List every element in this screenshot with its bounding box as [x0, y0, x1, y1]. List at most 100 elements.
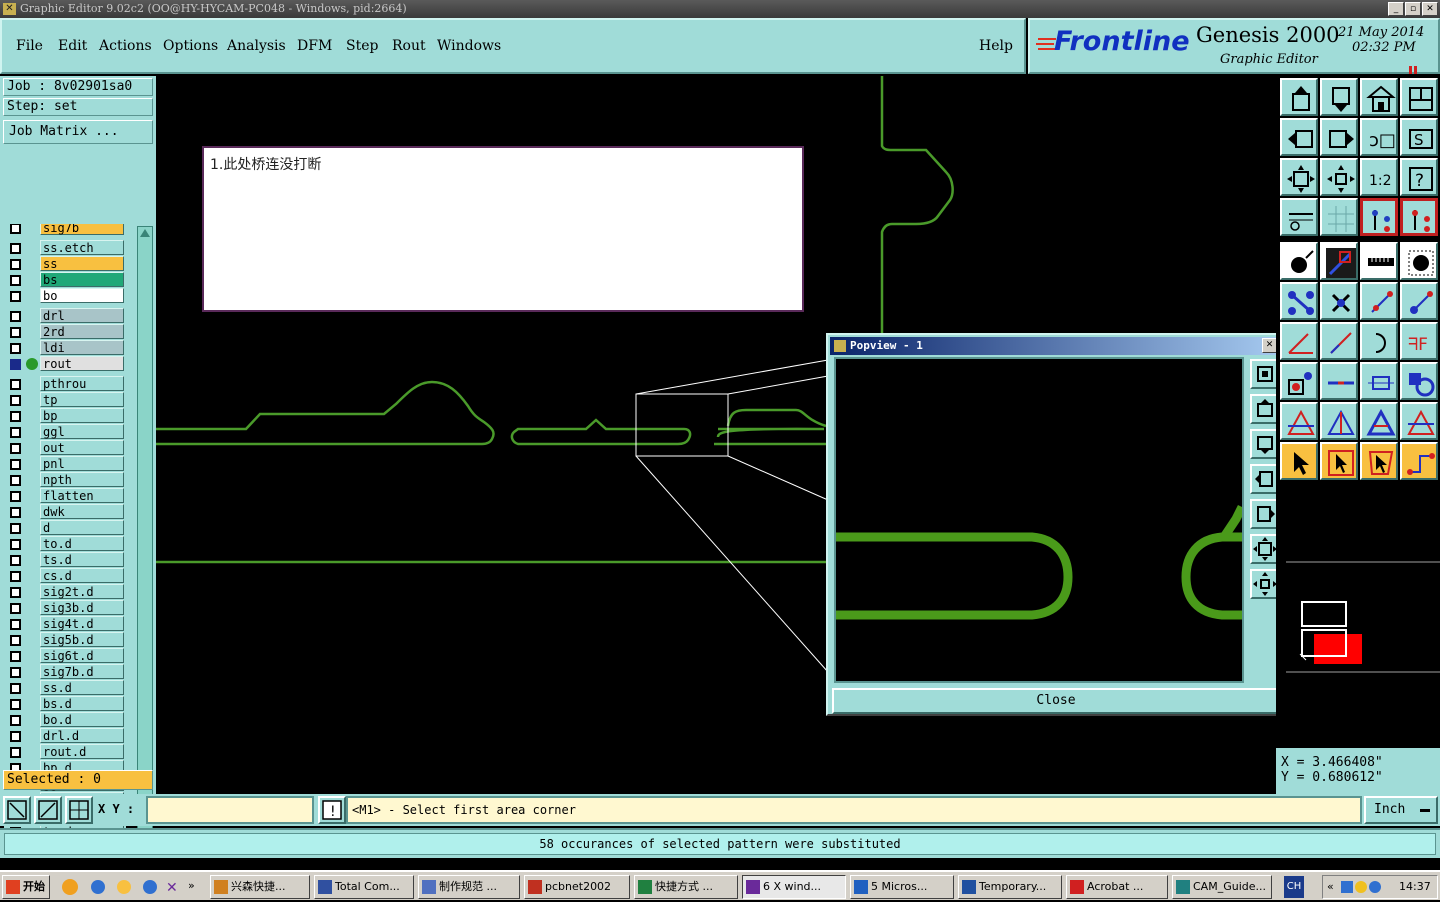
job-matrix-button[interactable]: Job Matrix ...: [3, 120, 153, 144]
snap-mode-icon[interactable]: [34, 796, 62, 824]
layer-checkbox[interactable]: [10, 459, 21, 470]
layer-row[interactable]: drl.d: [4, 728, 126, 744]
tray-update-icon[interactable]: [1369, 881, 1381, 893]
layer-checkbox[interactable]: [10, 259, 21, 270]
layer-checkbox[interactable]: [10, 275, 21, 286]
task-3[interactable]: 制作规范 ...: [418, 875, 520, 899]
restore-button[interactable]: ▫: [1405, 2, 1421, 16]
move-feature-icon[interactable]: [1360, 282, 1398, 320]
add-line-icon[interactable]: [1320, 242, 1358, 280]
menu-file[interactable]: File: [16, 38, 43, 54]
layer-checkbox[interactable]: [10, 443, 21, 454]
layer-row[interactable]: rout: [4, 356, 126, 372]
triangle-fill-icon[interactable]: [1360, 402, 1398, 440]
overview-map[interactable]: [1276, 486, 1440, 706]
mirror-icon[interactable]: ɔ□: [1360, 118, 1398, 156]
tray-network-icon[interactable]: [1341, 881, 1353, 893]
pan-left-icon[interactable]: [1280, 118, 1318, 156]
menu-edit[interactable]: Edit: [58, 38, 87, 54]
task-1[interactable]: 兴森快捷...: [210, 875, 310, 899]
layer-row[interactable]: pnl: [4, 456, 126, 472]
layer-checkbox[interactable]: [10, 747, 21, 758]
menu-step[interactable]: Step: [346, 38, 378, 54]
menu-help[interactable]: Help: [979, 38, 1013, 54]
home-icon[interactable]: [1360, 78, 1398, 116]
copy-feature-icon[interactable]: [1400, 282, 1438, 320]
popview-close-button[interactable]: Close: [832, 688, 1280, 714]
layer-checkbox[interactable]: [10, 343, 21, 354]
layer-row[interactable]: ss: [4, 256, 126, 272]
start-button[interactable]: 开始: [2, 875, 50, 899]
layer-checkbox[interactable]: [10, 539, 21, 550]
snap-pad-icon[interactable]: [1280, 362, 1318, 400]
add-pad-icon[interactable]: [1280, 242, 1318, 280]
net-highlight-icon[interactable]: [1400, 198, 1438, 236]
split-view-icon[interactable]: [1400, 78, 1438, 116]
layer-checkbox[interactable]: [10, 571, 21, 582]
layer-row[interactable]: d: [4, 520, 126, 536]
close-window-button[interactable]: ✕: [1422, 2, 1438, 16]
scale-1-2-icon[interactable]: 1:2: [1360, 158, 1398, 196]
layer-down-icon[interactable]: [1320, 78, 1358, 116]
triangle-edit-icon[interactable]: [1400, 402, 1438, 440]
layer-checkbox[interactable]: [10, 475, 21, 486]
layer-up-icon[interactable]: [1280, 78, 1318, 116]
menu-windows[interactable]: Windows: [437, 38, 501, 54]
menu-rout[interactable]: Rout: [392, 38, 426, 54]
layer-checkbox[interactable]: [10, 379, 21, 390]
layer-row[interactable]: to.d: [4, 536, 126, 552]
menu-options[interactable]: Options: [163, 38, 218, 54]
task-2[interactable]: Total Com...: [314, 875, 414, 899]
task-6[interactable]: 6 X wind...: [742, 875, 846, 899]
layer-row[interactable]: rout.d: [4, 744, 126, 760]
layer-checkbox[interactable]: [10, 555, 21, 566]
net-select-icon[interactable]: [1360, 198, 1398, 236]
task-10[interactable]: CAM_Guide...: [1172, 875, 1272, 899]
grid-snap-icon[interactable]: [65, 796, 93, 824]
layer-row[interactable]: ss.etch: [4, 240, 126, 256]
zoom-area-icon[interactable]: [3, 796, 31, 824]
menu-analysis[interactable]: Analysis: [227, 38, 286, 54]
layer-row[interactable]: ldi: [4, 340, 126, 356]
flip-feature-icon[interactable]: ᖷF: [1400, 322, 1438, 360]
layer-row[interactable]: ggl: [4, 424, 126, 440]
tray-security-icon[interactable]: [1355, 881, 1367, 893]
layer-row[interactable]: tp: [4, 392, 126, 408]
task-4[interactable]: pcbnet2002: [524, 875, 630, 899]
task-8[interactable]: Temporary...: [958, 875, 1062, 899]
layer-row[interactable]: sig6t.d: [4, 648, 126, 664]
layer-row[interactable]: sig2t.d: [4, 584, 126, 600]
layer-row[interactable]: sig7b: [4, 224, 126, 236]
measure-tools-icon[interactable]: [1280, 198, 1318, 236]
task-9[interactable]: Acrobat ...: [1066, 875, 1168, 899]
select-box-icon[interactable]: [1320, 442, 1358, 480]
task-7[interactable]: 5 Micros...: [850, 875, 954, 899]
layer-row[interactable]: 2rd: [4, 324, 126, 340]
layer-checkbox[interactable]: [10, 327, 21, 338]
language-indicator[interactable]: CH: [1284, 876, 1304, 898]
layer-checkbox[interactable]: [10, 224, 21, 234]
angle-line-icon[interactable]: [1280, 322, 1318, 360]
zoom-out-icon[interactable]: [1320, 158, 1358, 196]
layer-row[interactable]: drl: [4, 308, 126, 324]
select-net-icon[interactable]: [1400, 442, 1438, 480]
layer-row[interactable]: pthrou: [4, 376, 126, 392]
unit-selector[interactable]: Inch: [1364, 796, 1438, 824]
slant-line-icon[interactable]: [1320, 322, 1358, 360]
layer-row[interactable]: sig3b.d: [4, 600, 126, 616]
layer-checkbox[interactable]: [10, 411, 21, 422]
layer-checkbox[interactable]: [10, 523, 21, 534]
triangle-line-icon[interactable]: [1320, 402, 1358, 440]
layer-row[interactable]: bp: [4, 408, 126, 424]
layer-row[interactable]: out: [4, 440, 126, 456]
layer-row[interactable]: cs.d: [4, 568, 126, 584]
select-polygon-icon[interactable]: [1360, 442, 1398, 480]
resize-icon[interactable]: [1360, 362, 1398, 400]
layer-checkbox[interactable]: [10, 243, 21, 254]
layer-row[interactable]: ts.d: [4, 552, 126, 568]
grid-icon[interactable]: [1320, 198, 1358, 236]
layer-row[interactable]: sig7b.d: [4, 664, 126, 680]
xy-input[interactable]: [146, 796, 314, 824]
zoom-home-icon[interactable]: [1280, 158, 1318, 196]
help-query-icon[interactable]: ?: [1400, 158, 1438, 196]
